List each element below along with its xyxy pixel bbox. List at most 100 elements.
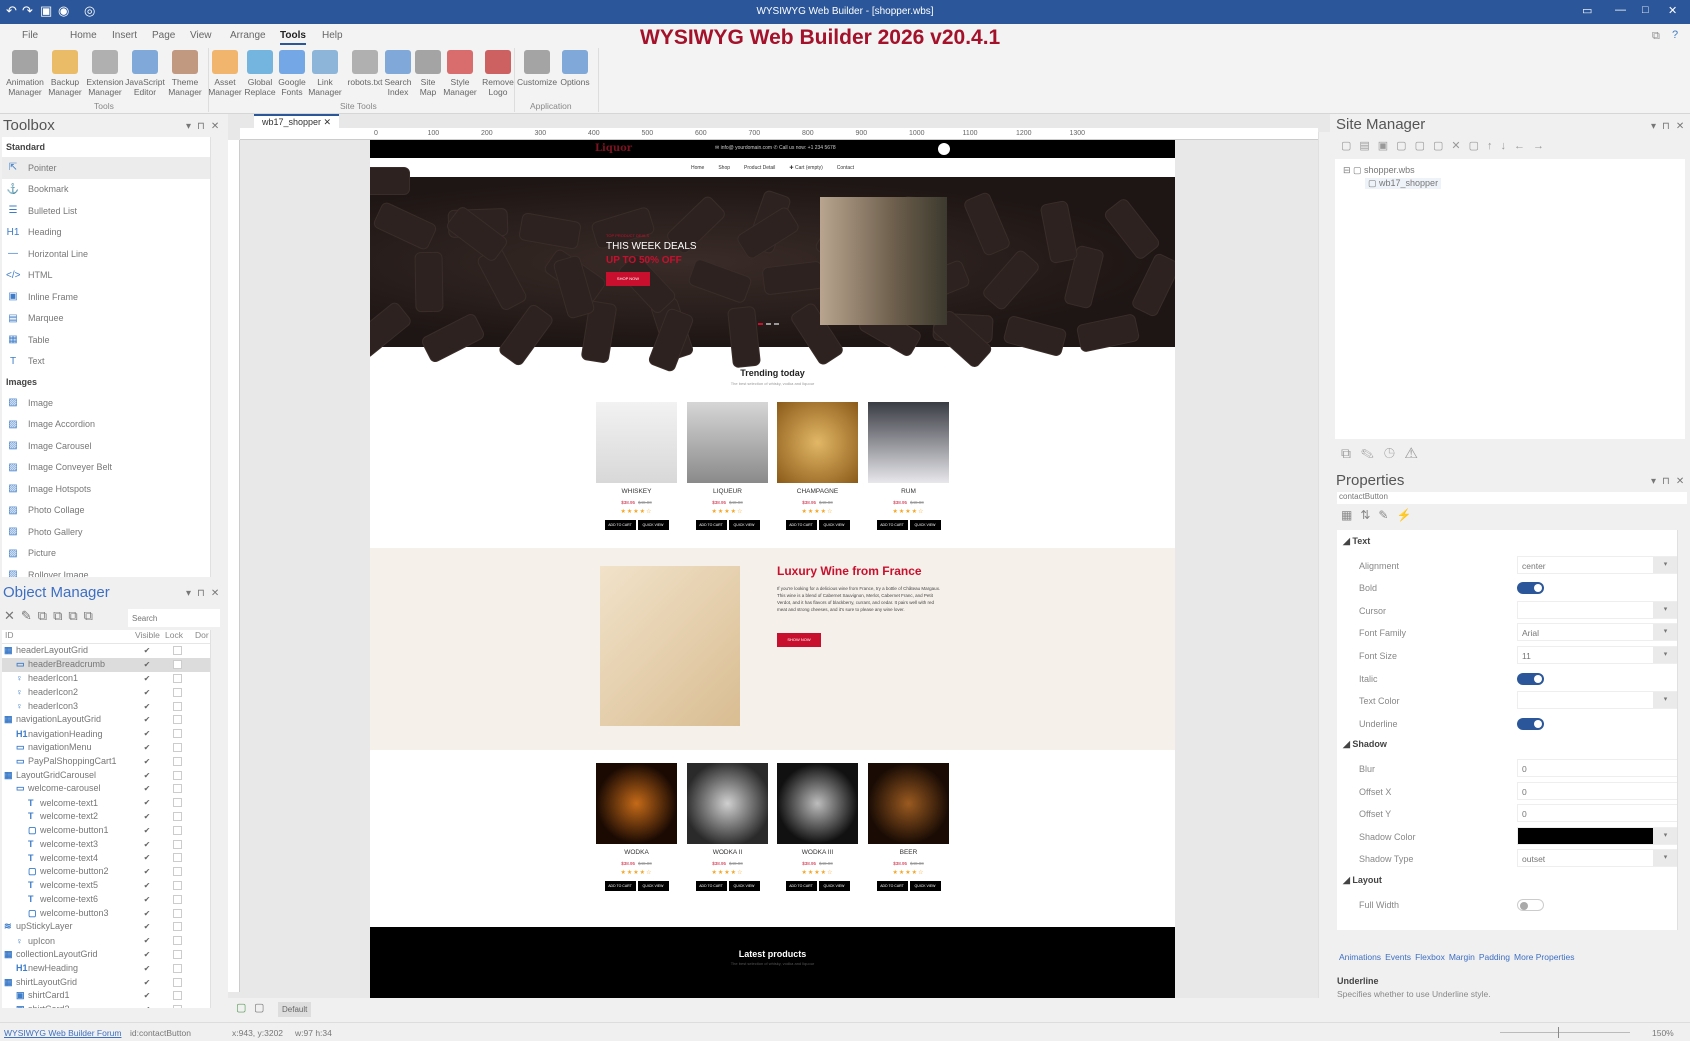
object-row[interactable]: ▢ welcome-button1 ✔ — [2, 823, 210, 837]
visible-checkbox[interactable]: ✔ — [132, 660, 162, 669]
toolbox-item[interactable]: ▨ Photo Gallery — [2, 521, 210, 543]
object-row[interactable]: Twelcome-text3 ✔ — [2, 837, 210, 851]
visible-checkbox[interactable]: ✔ — [132, 991, 162, 1000]
visible-checkbox[interactable]: ✔ — [132, 757, 162, 766]
nav-link[interactable]: Shop — [718, 165, 730, 171]
site-logo[interactable]: Liquor — [595, 143, 632, 154]
object-row[interactable]: ▢ welcome-button3 ✔ — [2, 906, 210, 920]
toolbox-item[interactable]: ⚓ Bookmark — [2, 179, 210, 201]
visible-checkbox[interactable]: ✔ — [132, 688, 162, 697]
ribbon-button-customize[interactable]: Customize — [517, 50, 557, 87]
toolbox-item[interactable]: ▨ Photo Collage — [2, 500, 210, 522]
property-value[interactable]: Arial ▾ — [1517, 623, 1679, 642]
toolbox-item[interactable]: — Horizontal Line — [2, 243, 210, 265]
column-header[interactable]: Visible — [132, 630, 162, 643]
document-tab[interactable]: wb17_shopper ✕ — [254, 114, 340, 128]
tab-help[interactable]: Help — [322, 30, 343, 41]
lock-checkbox[interactable] — [162, 811, 192, 821]
dropdown-arrow-icon[interactable]: ▾ — [1653, 647, 1678, 663]
quick-view-button[interactable]: QUICK VIEW — [818, 520, 850, 530]
product-card[interactable]: LIQUEUR $38.95 $48.00 ★★★★☆ ADD TO CART QUICK… — [687, 402, 768, 530]
visible-checkbox[interactable]: ✔ — [132, 881, 162, 890]
object-row[interactable]: ▦ shirtLayoutGrid ✔ — [2, 975, 210, 989]
lock-checkbox[interactable] — [162, 880, 192, 890]
panel-controls[interactable]: ▾⊓✕ — [1651, 121, 1690, 132]
visible-checkbox[interactable]: ✔ — [132, 978, 162, 987]
tab-home[interactable]: Home — [70, 30, 97, 41]
add-to-cart-button[interactable]: ADD TO CART — [785, 520, 817, 530]
object-row[interactable]: ♀ headerIcon1 ✔ — [2, 672, 210, 686]
property-toggle[interactable] — [1517, 582, 1544, 595]
object-row[interactable]: Twelcome-text6 ✔ — [2, 892, 210, 906]
add-to-cart-button[interactable]: ADD TO CART — [604, 520, 636, 530]
lock-checkbox[interactable] — [162, 756, 192, 766]
column-header[interactable]: Lock — [162, 630, 192, 643]
object-row[interactable]: H1navigationHeading ✔ — [2, 727, 210, 741]
tab-file[interactable]: File — [22, 30, 38, 41]
site-root[interactable]: ⊟ ▢ shopper.wbs — [1343, 165, 1415, 176]
object-search-input[interactable] — [128, 609, 220, 627]
ribbon-button-remove[interactable]: Remove Logo — [478, 50, 518, 97]
site-manager-bottom-icons[interactable]: ⧉✎◷⚠ — [1341, 445, 1427, 462]
lock-checkbox[interactable] — [162, 701, 192, 711]
product-card[interactable]: WHISKEY $38.95 $48.00 ★★★★☆ ADD TO CART QUICK… — [596, 402, 677, 530]
lock-checkbox[interactable] — [162, 991, 192, 1001]
object-row[interactable]: Twelcome-text2 ✔ — [2, 810, 210, 824]
property-value[interactable]: ▾ — [1517, 600, 1679, 619]
dropdown-arrow-icon[interactable]: ▾ — [1653, 850, 1678, 867]
quick-view-button[interactable]: QUICK VIEW — [728, 520, 760, 530]
product-card[interactable]: RUM $38.95 $48.00 ★★★★☆ ADD TO CART QUICK VIE… — [868, 402, 949, 530]
toolbox-item[interactable]: ▨ Image Carousel — [2, 435, 210, 457]
object-scrollbar[interactable] — [210, 630, 222, 1008]
product-card[interactable]: WODKA $38.95 $48.00 ★★★★☆ ADD TO CART QUICK V… — [596, 763, 677, 891]
product-card[interactable]: WODKA II $38.95 $48.00 ★★★★☆ ADD TO CART QUIC… — [687, 763, 768, 891]
visible-checkbox[interactable]: ✔ — [132, 646, 162, 655]
toolbox-item[interactable]: ▣ Inline Frame — [2, 286, 210, 308]
lock-checkbox[interactable] — [162, 922, 192, 932]
add-to-cart-button[interactable]: ADD TO CART — [876, 881, 908, 891]
visible-checkbox[interactable]: ✔ — [132, 771, 162, 780]
lock-checkbox[interactable] — [162, 908, 192, 918]
product-image[interactable] — [596, 763, 677, 844]
ribbon-button-theme[interactable]: Theme Manager — [165, 50, 205, 97]
tab-arrange[interactable]: Arrange — [230, 30, 266, 41]
dropdown-arrow-icon[interactable]: ▾ — [1653, 624, 1678, 641]
product-card[interactable]: CHAMPAGNE $38.95 $48.00 ★★★★☆ ADD TO CART QUI… — [777, 402, 858, 530]
property-link[interactable]: Margin — [1449, 952, 1475, 962]
quick-view-button[interactable]: QUICK VIEW — [637, 520, 669, 530]
minimize-button[interactable]: — — [1615, 4, 1626, 16]
property-category[interactable]: ◢ Shadow — [1343, 739, 1387, 750]
property-value[interactable]: 0 — [1517, 781, 1679, 800]
visible-checkbox[interactable]: ✔ — [132, 909, 162, 918]
page-view-icon[interactable]: ▢ — [236, 1001, 246, 1014]
property-toggle[interactable] — [1517, 672, 1544, 685]
property-toggle[interactable] — [1517, 717, 1544, 730]
nav-link[interactable]: Home — [691, 165, 704, 171]
object-row[interactable]: ≋ upStickyLayer ✔ — [2, 920, 210, 934]
visible-checkbox[interactable]: ✔ — [132, 826, 162, 835]
tab-page[interactable]: Page — [152, 30, 175, 41]
product-image[interactable] — [868, 402, 949, 483]
object-row[interactable]: ▭ welcome-carousel ✔ — [2, 782, 210, 796]
property-link[interactable]: Events — [1385, 952, 1411, 962]
lock-checkbox[interactable] — [162, 1005, 192, 1008]
layout-icon[interactable]: ⧉ — [1652, 30, 1660, 43]
dropdown-arrow-icon[interactable]: ▾ — [1653, 601, 1678, 618]
quick-view-button[interactable]: QUICK VIEW — [909, 520, 941, 530]
visible-checkbox[interactable]: ✔ — [132, 922, 162, 931]
toolbox-category[interactable]: Images — [2, 372, 210, 392]
object-row[interactable]: Twelcome-text1 ✔ — [2, 796, 210, 810]
object-row[interactable]: ▦ headerLayoutGrid ✔ — [2, 644, 210, 658]
lock-checkbox[interactable] — [162, 715, 192, 725]
lock-checkbox[interactable] — [162, 977, 192, 987]
dropdown-arrow-icon[interactable]: ▾ — [1653, 692, 1678, 709]
property-value[interactable]: ▾ — [1517, 826, 1679, 845]
object-row[interactable]: ▣ shirtCard1 ✔ — [2, 989, 210, 1003]
lock-checkbox[interactable] — [162, 673, 192, 683]
close-button[interactable]: ✕ — [1668, 4, 1677, 17]
object-row[interactable]: ▦ collectionLayoutGrid ✔ — [2, 948, 210, 962]
product-image[interactable] — [868, 763, 949, 844]
product-image[interactable] — [596, 402, 677, 483]
ribbon-button-backup[interactable]: Backup Manager — [45, 50, 85, 97]
show-now-button[interactable]: SHOW NOW — [777, 633, 821, 647]
